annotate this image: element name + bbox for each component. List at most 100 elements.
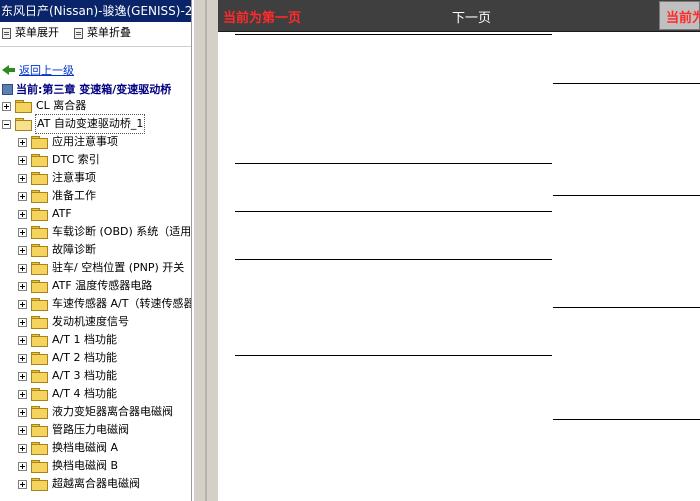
tree-item[interactable]: A/T 1 档功能 <box>18 331 117 349</box>
folder-icon <box>31 154 48 167</box>
tree-item-label: AT 自动变速驱动桥_1 <box>34 114 146 134</box>
expand-plus-icon[interactable] <box>18 173 27 183</box>
back-link[interactable]: 返回上一级 <box>2 62 74 78</box>
tree-item[interactable]: 超越离合器电磁阀 <box>18 475 140 493</box>
folder-icon <box>31 352 48 365</box>
folder-icon <box>31 388 48 401</box>
tree-item-label: 注意事项 <box>52 171 96 184</box>
folder-icon <box>31 424 48 437</box>
collapse-menu-icon <box>74 27 83 39</box>
expand-plus-icon[interactable] <box>18 209 27 219</box>
section-rule <box>235 259 552 260</box>
tree-item[interactable]: 管路压力电磁阀 <box>18 421 129 439</box>
tree-item[interactable]: 发动机速度信号 <box>18 313 129 331</box>
tree-item[interactable]: A/T 2 档功能 <box>18 349 117 367</box>
current-location-label: 当前:第三章 变速箱/变速驱动桥 <box>16 83 172 96</box>
section-rule <box>235 211 552 212</box>
expand-plus-icon[interactable] <box>18 425 27 435</box>
section-rule <box>553 419 700 420</box>
expand-plus-icon[interactable] <box>18 263 27 273</box>
expand-plus-icon[interactable] <box>18 407 27 417</box>
folder-icon <box>31 298 48 311</box>
tree-item[interactable]: 注意事项 <box>18 169 96 187</box>
tree-item[interactable]: 换档电磁阀 A <box>18 439 118 457</box>
expand-plus-icon[interactable] <box>18 371 27 381</box>
expand-plus-icon[interactable] <box>18 443 27 453</box>
tree-item-label: ATF <box>52 207 72 220</box>
folder-icon <box>31 226 48 239</box>
current-page-label: 当前为第一页 <box>223 11 302 26</box>
expand-plus-icon[interactable] <box>18 299 27 309</box>
folder-icon <box>31 442 48 455</box>
section-rule <box>235 163 552 164</box>
page-nav-bar: 当前为第一页 下一页 当前为 <box>218 0 700 31</box>
tree-item-label: 驻车/ 空档位置 (PNP) 开关 <box>52 261 185 274</box>
top-rule <box>235 34 552 35</box>
tree-item[interactable]: CL 离合器 <box>2 97 86 115</box>
tree-item[interactable]: ATF <box>18 205 72 223</box>
tree-item[interactable]: 故障诊断 <box>18 241 96 259</box>
expand-plus-icon[interactable] <box>18 317 27 327</box>
tree-item-label: 车载诊断 (OBD) 系统（适用 <box>52 225 192 238</box>
tree-item-label: ATF 温度传感器电路 <box>52 279 153 292</box>
expand-plus-icon[interactable] <box>18 245 27 255</box>
section-rule <box>553 195 700 196</box>
document-pane: 当前为第一页 下一页 当前为 注意事项8辅助约束系统 (SRS) “安全气囊”和… <box>218 0 700 501</box>
tree-item[interactable]: 准备工作 <box>18 187 96 205</box>
pane-splitter[interactable] <box>193 0 218 501</box>
back-link-label: 返回上一级 <box>19 64 74 77</box>
tree-item-label: DTC 索引 <box>52 153 100 166</box>
tree-item[interactable]: 车速传感器 A/T（转速传感器 <box>18 295 192 313</box>
expand-plus-icon[interactable] <box>18 389 27 399</box>
expand-plus-icon[interactable] <box>18 335 27 345</box>
tree-item-label: 应用注意事项 <box>52 135 118 148</box>
tree-item-label: A/T 1 档功能 <box>52 333 117 346</box>
tree-item-label: 管路压力电磁阀 <box>52 423 129 436</box>
tree-item[interactable]: 车载诊断 (OBD) 系统（适用 <box>18 223 191 241</box>
tree-item[interactable]: A/T 4 档功能 <box>18 385 117 403</box>
folder-icon <box>31 478 48 491</box>
expand-plus-icon[interactable] <box>18 461 27 471</box>
tree-item-label: 故障诊断 <box>52 243 96 256</box>
section-rule <box>553 83 700 84</box>
collapse-minus-icon[interactable] <box>2 119 11 129</box>
expand-plus-icon[interactable] <box>18 227 27 237</box>
folder-open-icon <box>15 118 32 131</box>
toolbar-divider <box>0 46 191 47</box>
tree-item-label: 发动机速度信号 <box>52 315 129 328</box>
expand-plus-icon[interactable] <box>18 191 27 201</box>
expand-plus-icon[interactable] <box>18 281 27 291</box>
navigation-pane: 东风日产(Nissan)-骏逸(GENISS)-2006 菜单展开 菜单折叠 返… <box>0 0 192 501</box>
tree-item-label: 准备工作 <box>52 189 96 202</box>
folder-icon <box>31 316 48 329</box>
expand-plus-icon[interactable] <box>18 137 27 147</box>
tree-item[interactable]: 液力变矩器离合器电磁阀 <box>18 403 173 421</box>
tree-item[interactable]: 应用注意事项 <box>18 133 118 151</box>
tree-item[interactable]: DTC 索引 <box>18 151 100 169</box>
expand-plus-icon[interactable] <box>18 479 27 489</box>
tree-item[interactable]: A/T 3 档功能 <box>18 367 117 385</box>
tree-item[interactable]: 换档电磁阀 B <box>18 457 118 475</box>
collapse-menu-label: 菜单折叠 <box>87 26 131 39</box>
expand-plus-icon[interactable] <box>18 353 27 363</box>
next-page-link[interactable]: 下一页 <box>452 7 491 26</box>
collapse-menu-button[interactable]: 菜单折叠 <box>74 23 131 43</box>
expand-menu-button[interactable]: 菜单展开 <box>2 23 59 43</box>
tree-item-label: 车速传感器 A/T（转速传感器 <box>52 297 192 310</box>
tree-item[interactable]: AT 自动变速驱动桥_1 <box>2 114 146 134</box>
folder-icon <box>31 244 48 257</box>
tree-item[interactable]: ATF 温度传感器电路 <box>18 277 152 295</box>
folder-icon <box>31 406 48 419</box>
tree-item[interactable]: 驻车/ 空档位置 (PNP) 开关 <box>18 259 184 277</box>
tree-item-label: 超越离合器电磁阀 <box>52 477 140 490</box>
current-page-label-right: 当前为 <box>666 11 700 26</box>
tree-item-label: A/T 2 档功能 <box>52 351 117 364</box>
tree-item-label: A/T 4 档功能 <box>52 387 117 400</box>
tree-item-label: A/T 3 档功能 <box>52 369 117 382</box>
expand-plus-icon[interactable] <box>2 101 11 111</box>
expand-plus-icon[interactable] <box>18 155 27 165</box>
section-rule <box>553 307 700 308</box>
section-rule <box>235 355 552 356</box>
folder-icon <box>15 100 32 113</box>
expand-menu-label: 菜单展开 <box>15 26 59 39</box>
